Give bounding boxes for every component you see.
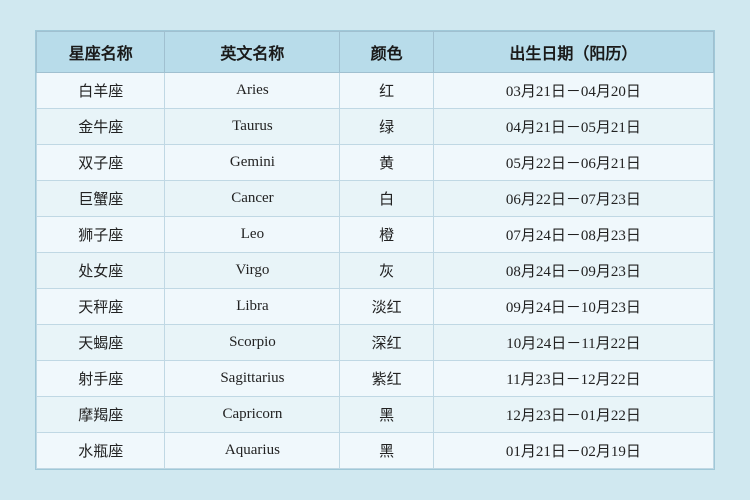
cell-color: 橙 [340,217,433,253]
cell-color: 红 [340,73,433,109]
cell-en: Aries [165,73,340,109]
cell-cn: 天秤座 [37,289,165,325]
cell-date: 06月22日－07月23日 [433,181,713,217]
table-row: 狮子座Leo橙07月24日－08月23日 [37,217,714,253]
cell-en: Sagittarius [165,361,340,397]
cell-color: 绿 [340,109,433,145]
cell-date: 08月24日－09月23日 [433,253,713,289]
cell-en: Virgo [165,253,340,289]
header-cn: 星座名称 [37,32,165,73]
cell-color: 紫红 [340,361,433,397]
cell-date: 03月21日－04月20日 [433,73,713,109]
header-color: 颜色 [340,32,433,73]
cell-cn: 金牛座 [37,109,165,145]
cell-color: 黄 [340,145,433,181]
cell-date: 07月24日－08月23日 [433,217,713,253]
cell-cn: 摩羯座 [37,397,165,433]
cell-date: 11月23日－12月22日 [433,361,713,397]
cell-en: Capricorn [165,397,340,433]
cell-color: 淡红 [340,289,433,325]
cell-en: Leo [165,217,340,253]
cell-date: 09月24日－10月23日 [433,289,713,325]
cell-color: 黑 [340,397,433,433]
cell-color: 深红 [340,325,433,361]
table-row: 摩羯座Capricorn黑12月23日－01月22日 [37,397,714,433]
cell-en: Cancer [165,181,340,217]
cell-date: 04月21日－05月21日 [433,109,713,145]
table-row: 天秤座Libra淡红09月24日－10月23日 [37,289,714,325]
cell-color: 黑 [340,433,433,469]
cell-color: 白 [340,181,433,217]
cell-cn: 双子座 [37,145,165,181]
cell-cn: 水瓶座 [37,433,165,469]
header-en: 英文名称 [165,32,340,73]
zodiac-table-container: 星座名称 英文名称 颜色 出生日期（阳历） 白羊座Aries红03月21日－04… [35,30,715,470]
cell-date: 10月24日－11月22日 [433,325,713,361]
cell-color: 灰 [340,253,433,289]
table-row: 处女座Virgo灰08月24日－09月23日 [37,253,714,289]
cell-en: Taurus [165,109,340,145]
zodiac-table: 星座名称 英文名称 颜色 出生日期（阳历） 白羊座Aries红03月21日－04… [36,31,714,469]
cell-cn: 天蝎座 [37,325,165,361]
cell-en: Scorpio [165,325,340,361]
cell-en: Aquarius [165,433,340,469]
cell-date: 05月22日－06月21日 [433,145,713,181]
cell-cn: 巨蟹座 [37,181,165,217]
cell-cn: 射手座 [37,361,165,397]
cell-date: 01月21日－02月19日 [433,433,713,469]
table-row: 巨蟹座Cancer白06月22日－07月23日 [37,181,714,217]
table-row: 水瓶座Aquarius黑01月21日－02月19日 [37,433,714,469]
cell-cn: 狮子座 [37,217,165,253]
table-row: 双子座Gemini黄05月22日－06月21日 [37,145,714,181]
table-row: 天蝎座Scorpio深红10月24日－11月22日 [37,325,714,361]
cell-en: Gemini [165,145,340,181]
table-header-row: 星座名称 英文名称 颜色 出生日期（阳历） [37,32,714,73]
cell-en: Libra [165,289,340,325]
table-row: 射手座Sagittarius紫红11月23日－12月22日 [37,361,714,397]
cell-date: 12月23日－01月22日 [433,397,713,433]
cell-cn: 白羊座 [37,73,165,109]
cell-cn: 处女座 [37,253,165,289]
table-row: 白羊座Aries红03月21日－04月20日 [37,73,714,109]
header-date: 出生日期（阳历） [433,32,713,73]
table-row: 金牛座Taurus绿04月21日－05月21日 [37,109,714,145]
